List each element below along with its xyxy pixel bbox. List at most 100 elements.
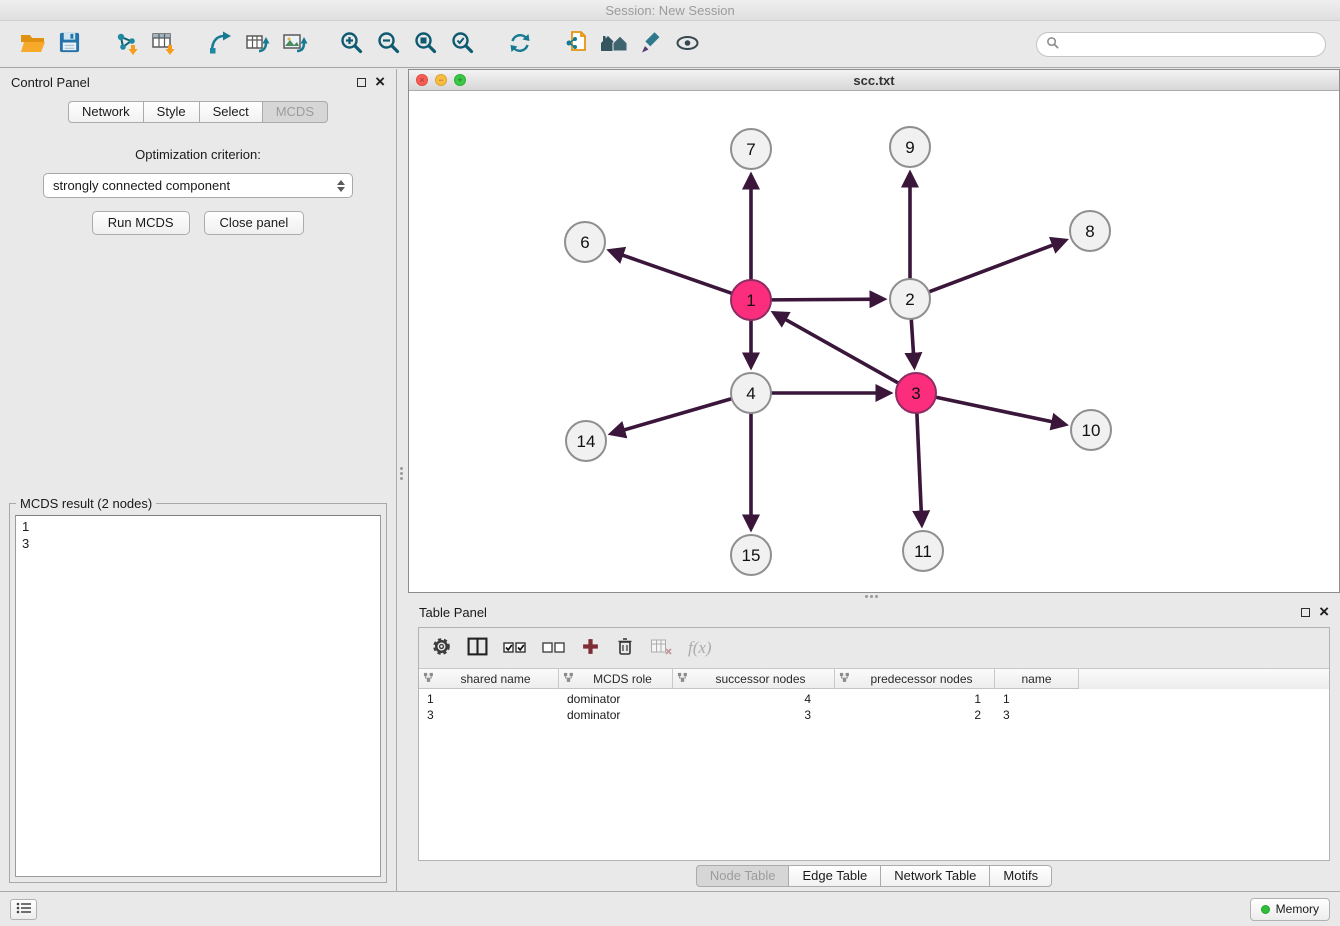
tab-node-table[interactable]: Node Table xyxy=(696,865,790,887)
edge-2-3[interactable] xyxy=(911,319,914,366)
tab-motifs[interactable]: Motifs xyxy=(989,865,1052,887)
panel-list-button[interactable] xyxy=(10,899,37,920)
edge-3-11[interactable] xyxy=(917,413,922,524)
select-all-columns-button[interactable] xyxy=(503,633,527,663)
import-network-button[interactable] xyxy=(108,24,145,64)
function-builder-button[interactable]: f(x) xyxy=(688,633,712,663)
status-bar: Memory xyxy=(0,891,1340,926)
column-header-successor-nodes[interactable]: successor nodes xyxy=(673,669,835,689)
tab-select[interactable]: Select xyxy=(199,101,263,123)
minimize-window-button[interactable]: − xyxy=(435,74,447,86)
search-field[interactable] xyxy=(1036,32,1326,57)
pen-icon xyxy=(638,30,664,59)
tab-network-table[interactable]: Network Table xyxy=(880,865,990,887)
delete-column-button[interactable] xyxy=(615,633,635,663)
create-column-button[interactable] xyxy=(581,633,600,663)
open-session-button[interactable] xyxy=(14,24,51,64)
close-panel-button[interactable]: Close panel xyxy=(204,211,305,235)
tab-mcds[interactable]: MCDS xyxy=(262,101,328,123)
zoom-selected-button[interactable] xyxy=(444,24,481,64)
node-6[interactable]: 6 xyxy=(565,222,605,262)
export-table-button[interactable] xyxy=(239,24,276,64)
mcds-panel-content: Optimization criterion: strongly connect… xyxy=(0,123,396,891)
node-2[interactable]: 2 xyxy=(890,279,930,319)
memory-button[interactable]: Memory xyxy=(1250,898,1330,921)
node-4[interactable]: 4 xyxy=(731,373,771,413)
export-image-button[interactable] xyxy=(276,24,313,64)
network-canvas[interactable]: 7 9 6 8 1 2 4 3 14 10 15 11 xyxy=(409,91,1339,592)
chevron-up-icon xyxy=(337,180,345,185)
node-14[interactable]: 14 xyxy=(566,421,606,461)
criterion-dropdown[interactable]: strongly connected component xyxy=(43,173,353,198)
edge-3-1[interactable] xyxy=(775,313,899,383)
tab-edge-table[interactable]: Edge Table xyxy=(788,865,881,887)
table-panel-tabs: Node Table Edge Table Network Table Moti… xyxy=(408,861,1340,891)
node-label-1: 1 xyxy=(746,291,755,310)
zoom-out-button[interactable] xyxy=(370,24,407,64)
column-header-mcds-role[interactable]: MCDS role xyxy=(559,669,673,689)
node-7[interactable]: 7 xyxy=(731,129,771,169)
mcds-result-title: MCDS result (2 nodes) xyxy=(16,496,156,511)
zoom-in-button[interactable] xyxy=(333,24,370,64)
eye-icon xyxy=(674,30,701,59)
show-graphics-details-button[interactable] xyxy=(669,24,706,64)
table-row[interactable]: 3 dominator 3 2 3 xyxy=(419,707,1329,723)
node-3[interactable]: 3 xyxy=(896,373,936,413)
clone-network-button[interactable] xyxy=(558,24,595,64)
table-settings-button[interactable] xyxy=(431,633,452,663)
save-session-button[interactable] xyxy=(51,24,88,64)
float-panel-icon[interactable] xyxy=(357,78,366,87)
import-table-button[interactable] xyxy=(145,24,182,64)
houses-icon xyxy=(599,31,629,58)
table-row[interactable]: 1 dominator 4 1 1 xyxy=(419,691,1329,707)
table-tabs-segment: Node Table Edge Table Network Table Moti… xyxy=(696,865,1052,887)
search-input[interactable] xyxy=(1064,37,1316,52)
first-neighbors-button[interactable] xyxy=(595,24,632,64)
annotations-button[interactable] xyxy=(632,24,669,64)
apply-layout-button[interactable] xyxy=(501,24,538,64)
vertical-splitter-handle[interactable] xyxy=(400,467,403,470)
plus-icon xyxy=(581,637,600,659)
maximize-window-button[interactable]: + xyxy=(454,74,466,86)
close-panel-icon[interactable]: × xyxy=(375,76,385,88)
tab-network[interactable]: Network xyxy=(68,101,144,123)
mcds-result-text[interactable]: 1 3 xyxy=(15,515,381,877)
edge-3-10[interactable] xyxy=(936,397,1065,424)
node-8[interactable]: 8 xyxy=(1070,211,1110,251)
node-1[interactable]: 1 xyxy=(731,280,771,320)
horizontal-splitter-handle[interactable] xyxy=(865,595,868,598)
edge-2-8[interactable] xyxy=(929,241,1065,292)
edge-4-14[interactable] xyxy=(612,399,732,434)
horizontal-splitter[interactable] xyxy=(408,593,1340,599)
column-type-icon xyxy=(423,672,434,686)
delete-table-button[interactable] xyxy=(650,633,673,663)
column-header-shared-name[interactable]: shared name xyxy=(419,669,559,689)
edge-1-6[interactable] xyxy=(610,251,732,293)
column-label: name xyxy=(999,672,1074,686)
unselect-all-columns-button[interactable] xyxy=(542,633,566,663)
edge-1-2[interactable] xyxy=(771,299,883,300)
network-window-titlebar[interactable]: scc.txt × − + xyxy=(409,70,1339,91)
export-network-icon xyxy=(208,30,234,59)
column-header-predecessor-nodes[interactable]: predecessor nodes xyxy=(835,669,995,689)
run-mcds-button[interactable]: Run MCDS xyxy=(92,211,190,235)
gear-icon xyxy=(431,636,452,660)
mcds-result-group: MCDS result (2 nodes) 1 3 xyxy=(9,503,387,883)
close-table-panel-icon[interactable]: × xyxy=(1319,606,1329,618)
show-columns-button[interactable] xyxy=(467,633,488,663)
node-11[interactable]: 11 xyxy=(903,531,943,571)
column-header-name[interactable]: name xyxy=(995,669,1079,689)
export-network-button[interactable] xyxy=(202,24,239,64)
save-floppy-icon xyxy=(58,31,81,57)
tab-style[interactable]: Style xyxy=(143,101,200,123)
node-10[interactable]: 10 xyxy=(1071,410,1111,450)
zoom-fit-button[interactable] xyxy=(407,24,444,64)
close-window-button[interactable]: × xyxy=(416,74,428,86)
cell-mcds-role: dominator xyxy=(559,692,673,706)
node-15[interactable]: 15 xyxy=(731,535,771,575)
search-icon xyxy=(1046,36,1059,52)
trash-icon xyxy=(615,636,635,660)
table-panel: Table Panel × xyxy=(408,599,1340,891)
float-table-panel-icon[interactable] xyxy=(1301,608,1310,617)
node-9[interactable]: 9 xyxy=(890,127,930,167)
